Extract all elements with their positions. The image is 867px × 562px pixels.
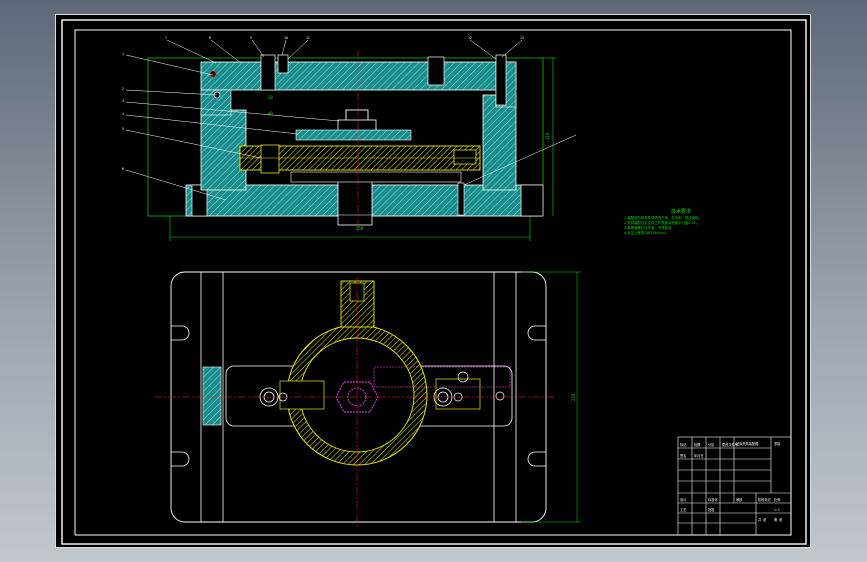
note-line: 4.未注公差按GB/T1804-m。	[624, 231, 669, 235]
balloon: 10	[284, 36, 288, 40]
balloon: 6	[122, 167, 124, 171]
svg-text:审核: 审核	[736, 497, 743, 502]
svg-text:第 张: 第 张	[774, 517, 783, 522]
assembly-drawing: 28 40 250 110 1 2 3 4 5 6 7 8 9 10 11 12…	[61, 19, 807, 545]
svg-text:重量: 重量	[774, 441, 781, 446]
balloon: 9	[250, 36, 252, 40]
notes-title: 技术要求	[671, 209, 692, 215]
balloon: 2	[122, 87, 124, 91]
balloon: 1	[122, 52, 124, 56]
svg-text:标记: 标记	[680, 442, 687, 447]
drawing-title: 钻床夹具装配图	[736, 441, 758, 446]
balloon: 4	[122, 112, 124, 116]
svg-text:签名: 签名	[680, 453, 686, 458]
svg-text:设计: 设计	[680, 497, 687, 502]
svg-text:工艺: 工艺	[680, 507, 686, 512]
svg-text:阶段标记: 阶段标记	[758, 497, 772, 502]
balloon: 11	[306, 36, 310, 40]
balloon: 12	[468, 36, 472, 40]
svg-text:处数: 处数	[694, 442, 701, 447]
front-section-view: 28 40 250 110	[125, 39, 577, 241]
balloon: 5	[122, 127, 124, 131]
svg-text:更改文件号: 更改文件号	[722, 442, 738, 447]
plan-view: 210	[154, 271, 581, 527]
svg-text:分区: 分区	[708, 442, 715, 447]
balloon: 3	[122, 99, 124, 103]
title-block-text: 钻床夹具装配图 设计 标准化 审核 阶段标记 比例 1:1 工艺 批准 共 张 …	[680, 441, 783, 522]
outer-frame	[61, 19, 807, 545]
scale-value: 1:1	[774, 508, 780, 512]
dim-top-width: 250	[356, 226, 364, 231]
balloon: 8	[209, 36, 211, 40]
svg-text:标准化: 标准化	[708, 497, 718, 502]
dim-plan-height: 210	[571, 393, 576, 401]
cad-viewport[interactable]: 28 40 250 110 1 2 3 4 5 6 7 8 9 10 11 12…	[55, 14, 811, 548]
svg-text:共 张: 共 张	[758, 517, 767, 522]
dim-a: 28	[268, 95, 273, 100]
balloon: 7	[165, 36, 167, 40]
balloon: 13	[520, 36, 524, 40]
svg-text:批准: 批准	[708, 507, 715, 512]
svg-text:比例: 比例	[774, 497, 780, 502]
dim-b: 40	[268, 111, 273, 116]
svg-text:年月日: 年月日	[694, 453, 704, 458]
dim-right-height: 110	[545, 132, 550, 140]
